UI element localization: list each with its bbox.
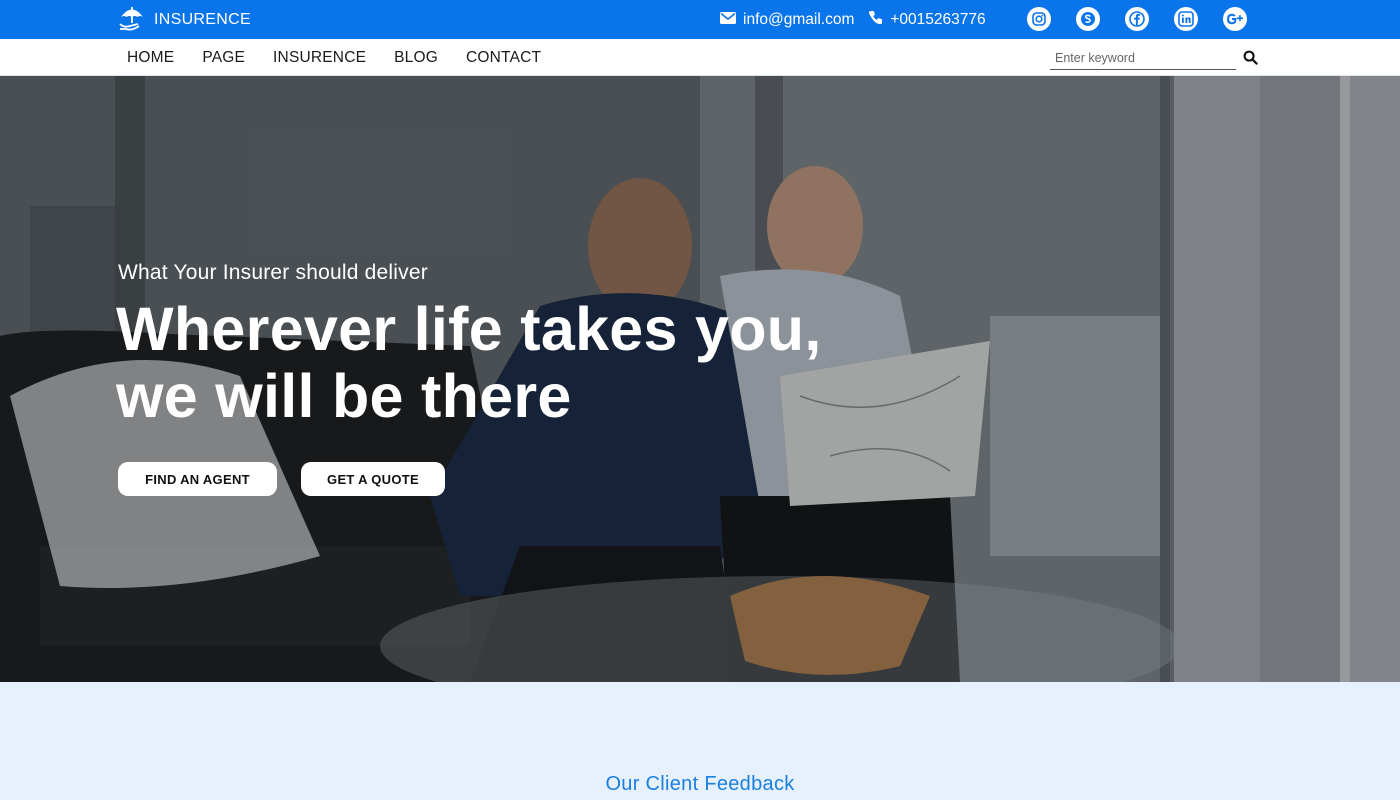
nav-item-insurence[interactable]: INSURENCE bbox=[273, 49, 366, 67]
top-bar: INSURENCE info@gmail.com +0015263776 bbox=[0, 0, 1400, 39]
contact-info: info@gmail.com +0015263776 bbox=[720, 0, 986, 39]
client-feedback-section: Our Client Feedback bbox=[0, 682, 1400, 800]
social-links bbox=[1027, 7, 1247, 31]
nav-item-blog[interactable]: BLOG bbox=[394, 49, 438, 67]
find-agent-button[interactable]: FIND AN AGENT bbox=[118, 462, 277, 496]
nav-menu: HOME PAGE INSURENCE BLOG CONTACT bbox=[127, 39, 541, 76]
search-icon[interactable] bbox=[1243, 50, 1259, 66]
envelope-icon bbox=[720, 11, 736, 29]
google-plus-icon[interactable] bbox=[1223, 7, 1247, 31]
brand-name: INSURENCE bbox=[154, 11, 251, 28]
linkedin-icon[interactable] bbox=[1174, 7, 1198, 31]
nav-item-contact[interactable]: CONTACT bbox=[466, 49, 541, 67]
brand-logo[interactable]: INSURENCE bbox=[118, 5, 251, 35]
skype-icon[interactable] bbox=[1076, 7, 1100, 31]
email-text: info@gmail.com bbox=[743, 10, 855, 28]
umbrella-hand-icon bbox=[118, 4, 148, 37]
hero-subtitle: What Your Insurer should deliver bbox=[118, 261, 428, 284]
feedback-title: Our Client Feedback bbox=[605, 773, 795, 795]
hero-title: Wherever life takes you, we will be ther… bbox=[116, 296, 822, 430]
phone-link[interactable]: +0015263776 bbox=[868, 10, 986, 30]
hero-title-line-1: Wherever life takes you, bbox=[116, 295, 822, 363]
get-quote-button[interactable]: GET A QUOTE bbox=[301, 462, 445, 496]
instagram-icon[interactable] bbox=[1027, 7, 1051, 31]
email-link[interactable]: info@gmail.com bbox=[720, 11, 854, 29]
nav-item-home[interactable]: HOME bbox=[127, 49, 174, 67]
search-input[interactable] bbox=[1050, 47, 1236, 70]
phone-icon bbox=[868, 10, 883, 30]
nav-item-page[interactable]: PAGE bbox=[202, 49, 245, 67]
hero-section: What Your Insurer should deliver Whereve… bbox=[0, 76, 1400, 682]
phone-text: +0015263776 bbox=[890, 10, 986, 28]
hero-title-line-2: we will be there bbox=[116, 362, 572, 430]
facebook-icon[interactable] bbox=[1125, 7, 1149, 31]
